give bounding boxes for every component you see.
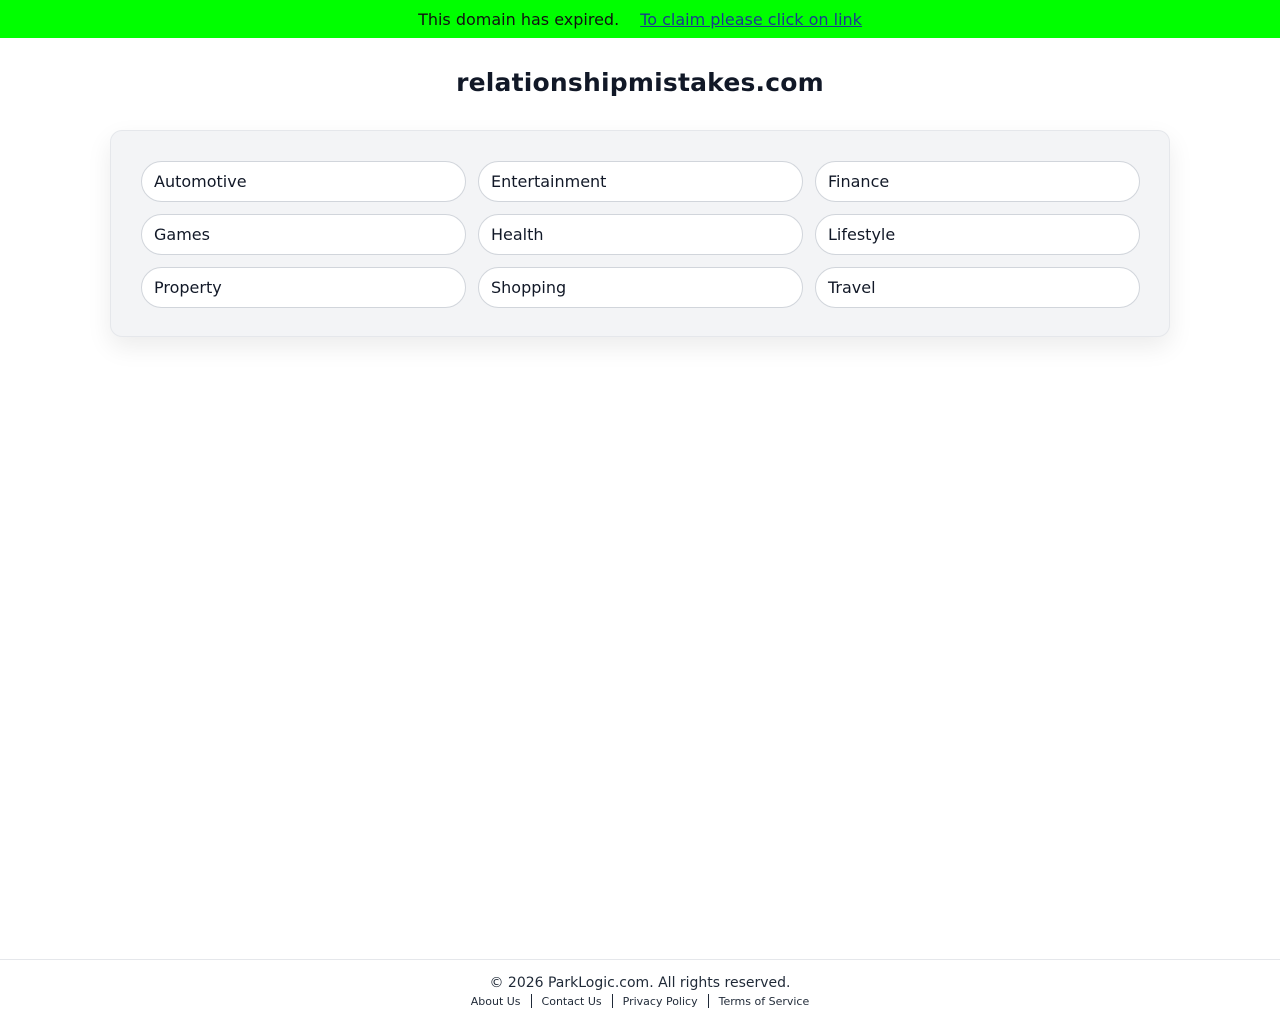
- link-divider: [530, 994, 532, 1008]
- category-panel: Automotive Entertainment Finance Games H…: [110, 130, 1170, 337]
- terms-of-service-link[interactable]: Terms of Service: [719, 995, 810, 1008]
- category-entertainment[interactable]: Entertainment: [478, 161, 803, 202]
- about-us-link[interactable]: About Us: [471, 995, 521, 1008]
- footer-links: About Us Contact Us Privacy Policy Terms…: [0, 994, 1280, 1008]
- banner-message: This domain has expired.: [418, 9, 620, 29]
- privacy-policy-link[interactable]: Privacy Policy: [623, 995, 698, 1008]
- category-shopping[interactable]: Shopping: [478, 267, 803, 308]
- copyright-text: © 2026 ParkLogic.com. All rights reserve…: [489, 975, 791, 991]
- category-finance[interactable]: Finance: [815, 161, 1140, 202]
- contact-us-link[interactable]: Contact Us: [542, 995, 602, 1008]
- category-property[interactable]: Property: [141, 267, 466, 308]
- category-lifestyle[interactable]: Lifestyle: [815, 214, 1140, 255]
- category-automotive[interactable]: Automotive: [141, 161, 466, 202]
- page-title: relationshipmistakes.com: [456, 68, 824, 97]
- claim-domain-link[interactable]: To claim please click on link: [640, 10, 862, 29]
- category-games[interactable]: Games: [141, 214, 466, 255]
- expired-domain-banner: This domain has expired. To claim please…: [0, 0, 1280, 38]
- category-travel[interactable]: Travel: [815, 267, 1140, 308]
- footer: © 2026 ParkLogic.com. All rights reserve…: [0, 959, 1280, 1024]
- link-divider: [611, 994, 613, 1008]
- category-health[interactable]: Health: [478, 214, 803, 255]
- link-divider: [707, 994, 709, 1008]
- category-grid: Automotive Entertainment Finance Games H…: [141, 161, 1140, 308]
